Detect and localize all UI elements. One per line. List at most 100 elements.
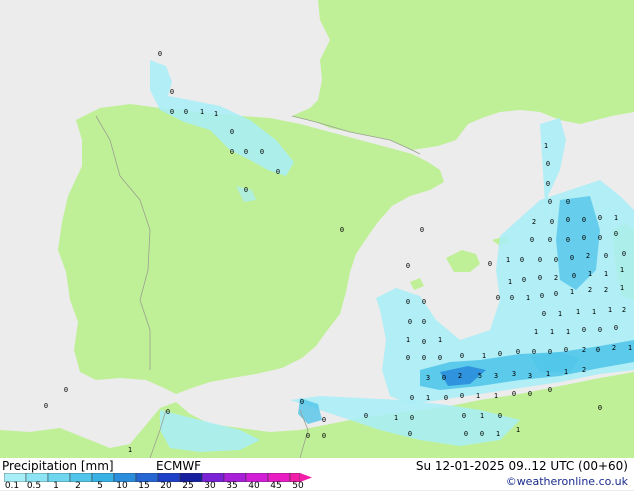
precip-value-label: 0 (598, 214, 602, 222)
precip-value-label: 0 (170, 108, 174, 116)
precip-value-label: 0 (554, 290, 558, 298)
precip-value-label: 0 (582, 234, 586, 242)
precip-value-label: 0 (230, 128, 234, 136)
precip-value-label: 0 (498, 412, 502, 420)
precip-value-label: 1 (550, 328, 554, 336)
precip-value-label: 2 (586, 252, 590, 260)
precip-value-label: 0 (554, 256, 558, 264)
precip-value-label: 0 (614, 230, 618, 238)
precip-value-label: 2 (582, 346, 586, 354)
precip-value-label: 0 (442, 374, 446, 382)
precip-value-label: 1 (592, 308, 596, 316)
precip-value-label: 1 (628, 344, 632, 352)
precip-value-label: 1 (526, 294, 530, 302)
precip-value-label: 0 (410, 394, 414, 402)
precip-value-label: 0 (422, 338, 426, 346)
precip-value-label: 0 (566, 198, 570, 206)
precip-value-label: 0 (532, 348, 536, 356)
precip-value-label: 0 (244, 186, 248, 194)
precip-value-label: 0 (158, 50, 162, 58)
precip-value-label: 0 (306, 432, 310, 440)
precip-value-label: 0 (570, 254, 574, 262)
precip-value-label: 1 (564, 368, 568, 376)
precip-value-label: 0 (546, 160, 550, 168)
precip-value-label: 0 (462, 412, 466, 420)
precip-value-label: 0 (488, 260, 492, 268)
precip-value-label: 0 (566, 236, 570, 244)
precip-value-label: 1 (426, 394, 430, 402)
precip-value-label: 0 (408, 430, 412, 438)
precip-value-label: 0 (422, 298, 426, 306)
model-label: ECMWF (156, 459, 202, 473)
precip-value-label: 1 (534, 328, 538, 336)
precip-value-label: 0 (540, 292, 544, 300)
precip-value-label: 0 (422, 318, 426, 326)
precipitation-map: 0 0 0 0 1 1 0 0 0 0 0 0 0 0 0 1 0 0 0 0 2 0 0 0 0 1 0 0 0 0 0 0 0 1 0 0 0 0 2 0… (0, 0, 634, 458)
precip-value-label: 1 (406, 336, 410, 344)
precip-value-label: 0 (516, 348, 520, 356)
precip-value-label: 3 (426, 374, 430, 382)
precip-value-label: 0 (406, 354, 410, 362)
precip-value-label: 1 (608, 306, 612, 314)
precip-value-label: 1 (482, 352, 486, 360)
precip-value-label: 0 (548, 386, 552, 394)
precip-value-label: 1 (476, 392, 480, 400)
precip-value-label: 0 (528, 390, 532, 398)
precip-value-label: 0 (480, 430, 484, 438)
precip-value-label: 0 (542, 310, 546, 318)
precip-value-label: 0 (420, 226, 424, 234)
precip-value-label: 0 (322, 416, 326, 424)
precip-value-label: 0 (566, 216, 570, 224)
precip-value-label: 0 (300, 398, 304, 406)
precip-value-label: 0 (464, 430, 468, 438)
precip-value-label: 1 (496, 430, 500, 438)
precip-value-label: 3 (512, 370, 516, 378)
precip-value-label: 1 (588, 270, 592, 278)
precip-value-label: 0 (512, 390, 516, 398)
precip-value-label: 3 (494, 372, 498, 380)
precip-value-label: 1 (394, 414, 398, 422)
precip-value-label: 0 (598, 234, 602, 242)
precip-value-label: 0 (166, 408, 170, 416)
precip-value-label: 0 (364, 412, 368, 420)
precip-value-label: 0 (406, 262, 410, 270)
precip-value-label: 0 (598, 326, 602, 334)
precip-value-label: 0 (550, 218, 554, 226)
precip-value-label: 2 (588, 286, 592, 294)
precip-value-label: 0 (260, 148, 264, 156)
precip-value-label: 5 (478, 372, 482, 380)
precip-value-label: 0 (276, 168, 280, 176)
precip-value-label: 1 (494, 392, 498, 400)
precip-value-label: 0 (546, 180, 550, 188)
precip-value-label: 0 (510, 294, 514, 302)
precip-value-label: 0 (522, 276, 526, 284)
precip-value-label: 0 (444, 394, 448, 402)
precip-value-label: 0 (538, 256, 542, 264)
precip-value-label: 0 (614, 324, 618, 332)
precip-value-label: 2 (458, 372, 462, 380)
precip-value-label: 1 (558, 310, 562, 318)
precip-value-label: 0 (340, 226, 344, 234)
precip-value-label: 1 (214, 110, 218, 118)
site-credit[interactable]: ©weatheronline.co.uk (506, 475, 628, 488)
precip-value-label: 0 (622, 250, 626, 258)
precip-value-label: 0 (498, 350, 502, 358)
precip-value-label: 0 (520, 256, 524, 264)
legend-footer: Precipitation [mm] ECMWF Su 12-01-2025 0… (0, 458, 634, 491)
precip-value-label: 0 (410, 414, 414, 422)
precip-value-label: 0 (230, 148, 234, 156)
precip-value-label: 0 (598, 404, 602, 412)
precip-value-label: 0 (406, 298, 410, 306)
precip-value-label: 2 (554, 274, 558, 282)
precip-value-label: 0 (548, 198, 552, 206)
precip-value-label: 1 (516, 426, 520, 434)
precip-value-label: 2 (604, 286, 608, 294)
precip-value-label: 0 (422, 354, 426, 362)
precip-value-label: 1 (620, 284, 624, 292)
precip-value-label: 1 (200, 108, 204, 116)
precip-value-label: 1 (438, 336, 442, 344)
precip-value-label: 1 (506, 256, 510, 264)
legend-title: Precipitation [mm] (2, 459, 114, 473)
precip-value-label: 3 (528, 372, 532, 380)
precip-value-label: 0 (244, 148, 248, 156)
